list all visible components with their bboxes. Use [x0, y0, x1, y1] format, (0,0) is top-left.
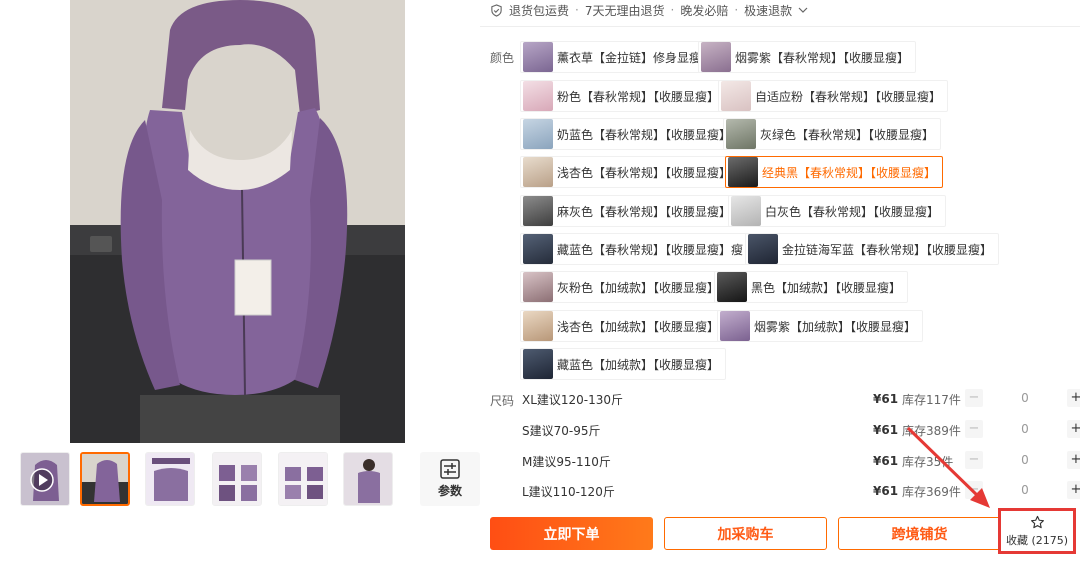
swatch-thumbnail — [523, 272, 553, 302]
swatch-thumbnail — [523, 42, 553, 72]
divider — [480, 26, 1080, 27]
color-option[interactable]: 烟雾紫【加绒款】【收腰显瘦】 — [717, 310, 924, 342]
color-option[interactable]: 粉色【春秋常规】【收腰显瘦】 — [520, 80, 727, 112]
shield-check-icon — [491, 3, 502, 17]
add-to-cart-button[interactable]: 加采购车 — [664, 517, 827, 550]
color-option[interactable]: 自适应粉【春秋常规】【收腰显瘦】 — [718, 80, 949, 112]
quantity-input[interactable]: 0 — [995, 481, 1055, 499]
color-option[interactable]: 灰绿色【春秋常规】【收腰显瘦】 — [723, 118, 942, 150]
quantity-input[interactable]: 0 — [995, 451, 1055, 469]
swatch-thumbnail — [523, 349, 553, 379]
favorite-count: 收藏 (2175) — [1005, 533, 1069, 547]
swatch-thumbnail — [523, 81, 553, 111]
color-option[interactable]: 薰衣草【金拉链】修身显瘦 — [520, 41, 709, 73]
color-option[interactable]: 金拉链海军蓝【春秋常规】【收腰显瘦】 — [745, 233, 1000, 265]
color-option[interactable]: 藏蓝色【春秋常规】【收腰显瘦】瘦 — [520, 233, 751, 265]
image-thumbnail-5[interactable] — [278, 452, 328, 506]
decrement-button[interactable]: − — [965, 389, 983, 407]
color-option[interactable]: 浅杏色【加绒款】【收腰显瘦】 — [520, 310, 727, 342]
quantity-stepper: − 0 + — [965, 389, 1080, 409]
product-photo — [70, 0, 405, 443]
swatch-thumbnail — [731, 196, 761, 226]
increment-button[interactable]: + — [1067, 420, 1080, 438]
swatch-thumbnail — [523, 311, 553, 341]
color-option[interactable]: 烟雾紫【春秋常规】【收腰显瘦】 — [698, 41, 917, 73]
swatch-thumbnail — [523, 157, 553, 187]
color-option[interactable]: 奶蓝色【春秋常规】【收腰显瘦】 — [520, 118, 739, 150]
color-option[interactable]: 麻灰色【春秋常规】【收腰显瘦】 — [520, 195, 739, 227]
chevron-down-icon — [798, 7, 808, 13]
image-thumbnail-4[interactable] — [212, 452, 262, 506]
service-item: 退货包运费 — [509, 3, 570, 18]
service-item: 7天无理由退货 — [584, 3, 665, 18]
params-label: 参数 — [437, 484, 462, 498]
cross-border-button[interactable]: 跨境铺货 — [838, 517, 1001, 550]
hoodie-illustration — [70, 0, 405, 443]
swatch-thumbnail — [717, 272, 747, 302]
service-guarantees[interactable]: 退货包运费 · 7天无理由退货 · 晚发必赔 · 极速退款 — [490, 2, 808, 18]
size-label: 尺码 — [490, 394, 515, 408]
color-option-selected[interactable]: 经典黑【春秋常规】【收腰显瘦】 — [725, 156, 944, 188]
thumbnail-strip: 参数 — [20, 452, 480, 508]
image-thumbnail-2[interactable] — [80, 452, 130, 506]
size-row: XL建议120-130斤 ¥61 库存117件 − 0 + — [520, 388, 1080, 410]
image-thumbnail-3[interactable] — [145, 452, 195, 506]
service-item: 极速退款 — [744, 3, 793, 18]
image-thumbnail-6[interactable] — [343, 452, 393, 506]
swatch-thumbnail — [720, 311, 750, 341]
favorite-button[interactable]: 收藏 (2175) — [998, 508, 1076, 554]
increment-button[interactable]: + — [1067, 389, 1080, 407]
color-option[interactable]: 白灰色【春秋常规】【收腰显瘦】 — [728, 195, 947, 227]
swatch-thumbnail — [701, 42, 731, 72]
color-option[interactable]: 浅杏色【春秋常规】【收腰显瘦】 — [520, 156, 739, 188]
video-thumbnail[interactable] — [20, 452, 70, 506]
annotation-arrow — [906, 426, 990, 508]
product-page: 参数 退货包运费 · 7天无理由退货 · 晚发必赔 · 极速退款 颜色 薰衣草【… — [0, 0, 1080, 576]
swatch-thumbnail — [523, 196, 553, 226]
star-icon — [1030, 515, 1044, 528]
quantity-input[interactable]: 0 — [995, 389, 1055, 407]
swatch-thumbnail — [523, 119, 553, 149]
increment-button[interactable]: + — [1067, 451, 1080, 469]
params-button[interactable]: 参数 — [420, 452, 480, 506]
params-icon — [440, 459, 460, 479]
swatch-thumbnail — [523, 234, 553, 264]
color-option[interactable]: 黑色【加绒款】【收腰显瘦】 — [714, 271, 909, 303]
main-product-image[interactable] — [15, 0, 460, 443]
color-label: 颜色 — [490, 51, 515, 65]
swatch-thumbnail — [726, 119, 756, 149]
color-option[interactable]: 灰粉色【加绒款】【收腰显瘦】 — [520, 271, 727, 303]
swatch-thumbnail — [728, 157, 758, 187]
swatch-thumbnail — [721, 81, 751, 111]
swatch-thumbnail — [748, 234, 778, 264]
sku-panel: 退货包运费 · 7天无理由退货 · 晚发必赔 · 极速退款 颜色 薰衣草【金拉链… — [480, 0, 1080, 576]
color-option[interactable]: 藏蓝色【加绒款】【收腰显瘦】 — [520, 348, 727, 380]
buy-now-button[interactable]: 立即下单 — [490, 517, 653, 550]
quantity-input[interactable]: 0 — [995, 420, 1055, 438]
service-item: 晚发必赔 — [680, 3, 729, 18]
increment-button[interactable]: + — [1067, 481, 1080, 499]
